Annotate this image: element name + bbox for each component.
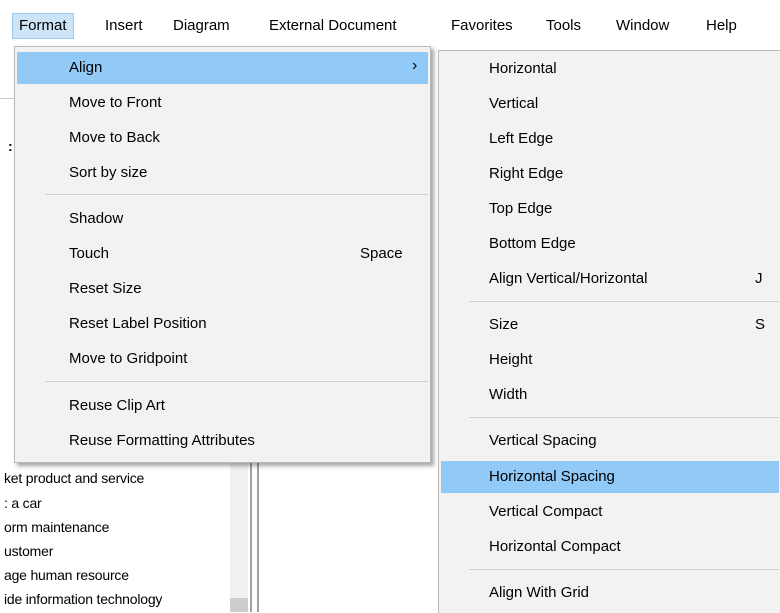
- menu-item-horizontal-compact[interactable]: Horizontal Compact: [441, 531, 779, 563]
- menu-separator: [45, 194, 428, 195]
- menu-item-reuse-clip-art[interactable]: Reuse Clip Art: [17, 390, 428, 422]
- menu-item-shortcut: J: [755, 270, 763, 287]
- submenu-arrow-icon: ›: [412, 57, 418, 74]
- menu-bar: Format Insert Diagram External Document …: [0, 0, 780, 46]
- menu-item-label: Bottom Edge: [489, 235, 576, 252]
- menu-diagram[interactable]: Diagram: [167, 14, 236, 38]
- menu-item-label: Move to Back: [69, 129, 160, 146]
- menu-item-label: Vertical Spacing: [489, 432, 597, 449]
- menu-item-label: Left Edge: [489, 130, 554, 147]
- tree-item[interactable]: ket product and service: [4, 470, 144, 486]
- tree-item[interactable]: ide information technology: [4, 591, 162, 607]
- menu-item-top-edge[interactable]: Top Edge: [441, 193, 779, 225]
- menu-item-label: Reuse Formatting Attributes: [69, 432, 255, 449]
- menu-item-label: Vertical Compact: [489, 503, 603, 520]
- menu-item-right-edge[interactable]: Right Edge: [441, 158, 779, 190]
- menu-item-vertical[interactable]: Vertical: [441, 88, 779, 120]
- menu-separator: [469, 569, 779, 570]
- menu-separator: [469, 417, 779, 418]
- menu-item-move-to-gridpoint[interactable]: Move to Gridpoint: [17, 343, 428, 375]
- menu-tools[interactable]: Tools: [540, 14, 587, 38]
- tree-item[interactable]: orm maintenance: [4, 519, 109, 535]
- menu-item-reuse-formatting-attributes[interactable]: Reuse Formatting Attributes: [17, 425, 428, 457]
- menu-separator: [45, 381, 428, 382]
- menu-favorites[interactable]: Favorites: [445, 14, 519, 38]
- menu-item-reset-label-position[interactable]: Reset Label Position: [17, 308, 428, 340]
- menu-item-label: Shadow: [69, 210, 124, 227]
- menu-item-label: Size: [489, 316, 519, 333]
- menu-item-shadow[interactable]: Shadow: [17, 203, 428, 235]
- menu-item-label: Width: [489, 386, 528, 403]
- menu-window[interactable]: Window: [610, 14, 675, 38]
- menu-item-reset-size[interactable]: Reset Size: [17, 273, 428, 305]
- menu-item-label: Vertical: [489, 95, 539, 112]
- menu-item-horizontal[interactable]: Horizontal: [441, 53, 779, 85]
- tree-item[interactable]: : a car: [4, 495, 42, 511]
- menu-item-label: Align Vertical/Horizontal: [489, 270, 648, 287]
- menu-item-label: Height: [489, 351, 533, 368]
- menu-item-width[interactable]: Width: [441, 379, 779, 411]
- menu-item-label: Align With Grid: [489, 584, 590, 601]
- menu-item-height[interactable]: Height: [441, 344, 779, 376]
- align-submenu: Horizontal Vertical Left Edge Right Edge…: [438, 50, 780, 613]
- menu-item-label: Move to Front: [69, 94, 162, 111]
- menu-item-align-with-grid[interactable]: Align With Grid: [441, 577, 779, 609]
- menu-item-label: Top Edge: [489, 200, 553, 217]
- menu-item-label: Horizontal Compact: [489, 538, 621, 555]
- tree-item[interactable]: ustomer: [4, 543, 53, 559]
- menu-item-label: Align: [69, 59, 103, 76]
- menu-help[interactable]: Help: [700, 14, 743, 38]
- menu-separator: [469, 301, 779, 302]
- tree-item[interactable]: age human resource: [4, 567, 129, 583]
- menu-item-left-edge[interactable]: Left Edge: [441, 123, 779, 155]
- menu-item-label: Move to Gridpoint: [69, 350, 188, 367]
- menu-item-vertical-compact[interactable]: Vertical Compact: [441, 496, 779, 528]
- menu-item-label: Right Edge: [489, 165, 564, 182]
- menu-external-document[interactable]: External Document: [263, 14, 403, 38]
- tree-fragment: :: [8, 138, 13, 154]
- menu-item-label: Horizontal: [489, 60, 557, 77]
- menu-item-shortcut: Space: [360, 245, 403, 262]
- menu-item-align[interactable]: Align ›: [17, 52, 428, 84]
- menu-item-move-to-front[interactable]: Move to Front: [17, 87, 428, 119]
- tree-scrollbar-thumb[interactable]: [230, 598, 248, 612]
- format-menu: Align › Move to Front Move to Back Sort …: [14, 46, 431, 463]
- menu-item-vertical-spacing[interactable]: Vertical Spacing: [441, 425, 779, 457]
- menu-insert[interactable]: Insert: [99, 14, 149, 38]
- menu-item-move-to-back[interactable]: Move to Back: [17, 122, 428, 154]
- menu-item-touch[interactable]: Touch Space: [17, 238, 428, 270]
- menu-item-label: Horizontal Spacing: [489, 468, 615, 485]
- menu-item-shortcut: S: [755, 316, 766, 333]
- menu-item-label: Reset Label Position: [69, 315, 207, 332]
- menu-format[interactable]: Format: [12, 13, 74, 39]
- menu-item-label: Touch: [69, 245, 110, 262]
- menu-item-label: Reset Size: [69, 280, 142, 297]
- menu-item-horizontal-spacing[interactable]: Horizontal Spacing: [441, 461, 779, 493]
- menu-item-label: Sort by size: [69, 164, 148, 181]
- menu-item-bottom-edge[interactable]: Bottom Edge: [441, 228, 779, 260]
- menu-item-label: Reuse Clip Art: [69, 397, 165, 414]
- menu-item-sort-by-size[interactable]: Sort by size: [17, 157, 428, 189]
- menu-item-align-vertical-horizontal[interactable]: Align Vertical/Horizontal J: [441, 263, 779, 295]
- menu-item-size[interactable]: Size S: [441, 309, 779, 341]
